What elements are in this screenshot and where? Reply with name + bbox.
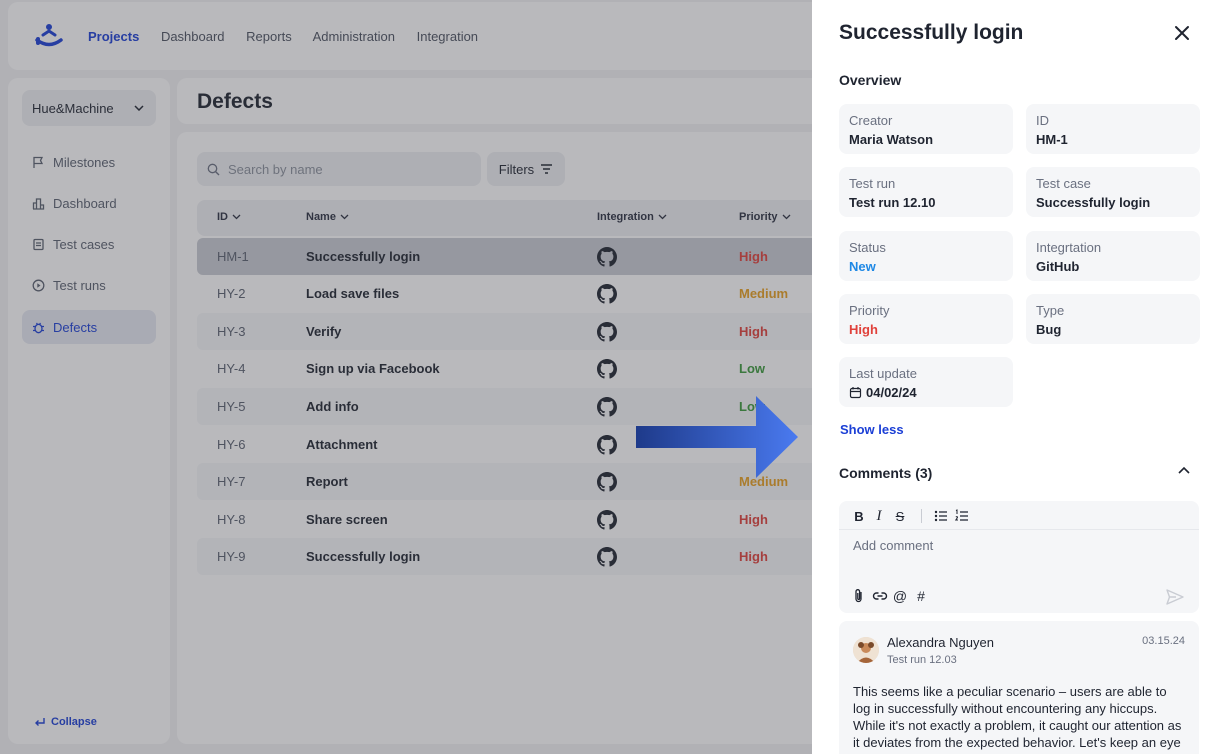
- italic-icon[interactable]: I: [871, 508, 887, 524]
- field-test-case: Test case Successfully login: [1026, 167, 1200, 217]
- modal-backdrop[interactable]: [0, 0, 812, 754]
- field-type: Type Bug: [1026, 294, 1200, 344]
- field-label: Test run: [849, 176, 896, 191]
- comment-author: Alexandra Nguyen: [887, 635, 994, 650]
- field-value: HM-1: [1036, 132, 1068, 147]
- comment-date: 03.15.24: [1142, 635, 1185, 647]
- status-badge[interactable]: New: [849, 259, 1003, 274]
- field-value: Bug: [1036, 322, 1062, 337]
- field-label: Creator: [849, 113, 893, 128]
- field-priority: Priority High: [839, 294, 1013, 344]
- field-creator: Creator Maria Watson: [839, 104, 1013, 154]
- field-integration: Integrtation GitHub: [1026, 231, 1200, 281]
- comment-text: This seems like a peculiar scenario – us…: [853, 684, 1182, 754]
- bold-icon[interactable]: B: [851, 508, 867, 524]
- arrow-right-icon: [636, 396, 798, 478]
- field-last-update: Last update 04/02/24: [839, 357, 1013, 407]
- avatar[interactable]: [853, 637, 879, 663]
- chevron-up-icon[interactable]: [1178, 466, 1190, 474]
- field-label: Last update: [849, 366, 917, 381]
- field-status: Status New: [839, 231, 1013, 281]
- comment-editor[interactable]: B I S Add comment @ #: [839, 501, 1199, 613]
- hashtag-icon[interactable]: #: [913, 588, 929, 604]
- field-label: Type: [1036, 303, 1065, 318]
- field-value: Successfully login: [1036, 195, 1151, 210]
- link-icon[interactable]: [872, 588, 888, 604]
- field-value: Maria Watson: [849, 132, 934, 147]
- strikethrough-icon[interactable]: S: [892, 508, 908, 524]
- field-label: Integrtation: [1036, 240, 1102, 255]
- calendar-icon: [849, 387, 862, 399]
- field-label: Test case: [1036, 176, 1091, 191]
- send-icon[interactable]: [1165, 587, 1185, 607]
- comment-placeholder: Add comment: [853, 538, 934, 553]
- panel-title: Successfully login: [839, 21, 1024, 44]
- defect-details-panel: Successfully login Overview Creator Mari…: [812, 0, 1212, 754]
- priority-badge[interactable]: High: [849, 322, 1003, 337]
- comments-heading: Comments (3): [839, 465, 933, 481]
- field-value: 04/02/24: [849, 385, 1003, 400]
- field-test-run: Test run Test run 12.10: [839, 167, 1013, 217]
- close-icon[interactable]: [1172, 23, 1192, 43]
- editor-divider: [839, 529, 1199, 530]
- field-label: Priority: [849, 303, 890, 318]
- field-id: ID HM-1: [1026, 104, 1200, 154]
- field-label: Status: [849, 240, 886, 255]
- last-update-value: 04/02/24: [866, 385, 917, 400]
- field-value: GitHub: [1036, 259, 1080, 274]
- mention-icon[interactable]: @: [892, 588, 908, 604]
- comment-card: Alexandra Nguyen Test run 12.03 03.15.24…: [839, 621, 1199, 754]
- field-label: ID: [1036, 113, 1049, 128]
- toolbar-divider: [921, 509, 922, 523]
- numbered-list-icon[interactable]: [954, 508, 970, 524]
- show-less-link[interactable]: Show less: [840, 422, 904, 437]
- overview-heading: Overview: [839, 72, 902, 88]
- field-value: Test run 12.10: [849, 195, 936, 210]
- comment-test-run: Test run 12.03: [887, 654, 957, 666]
- attach-icon[interactable]: [851, 588, 867, 604]
- bullet-list-icon[interactable]: [933, 508, 949, 524]
